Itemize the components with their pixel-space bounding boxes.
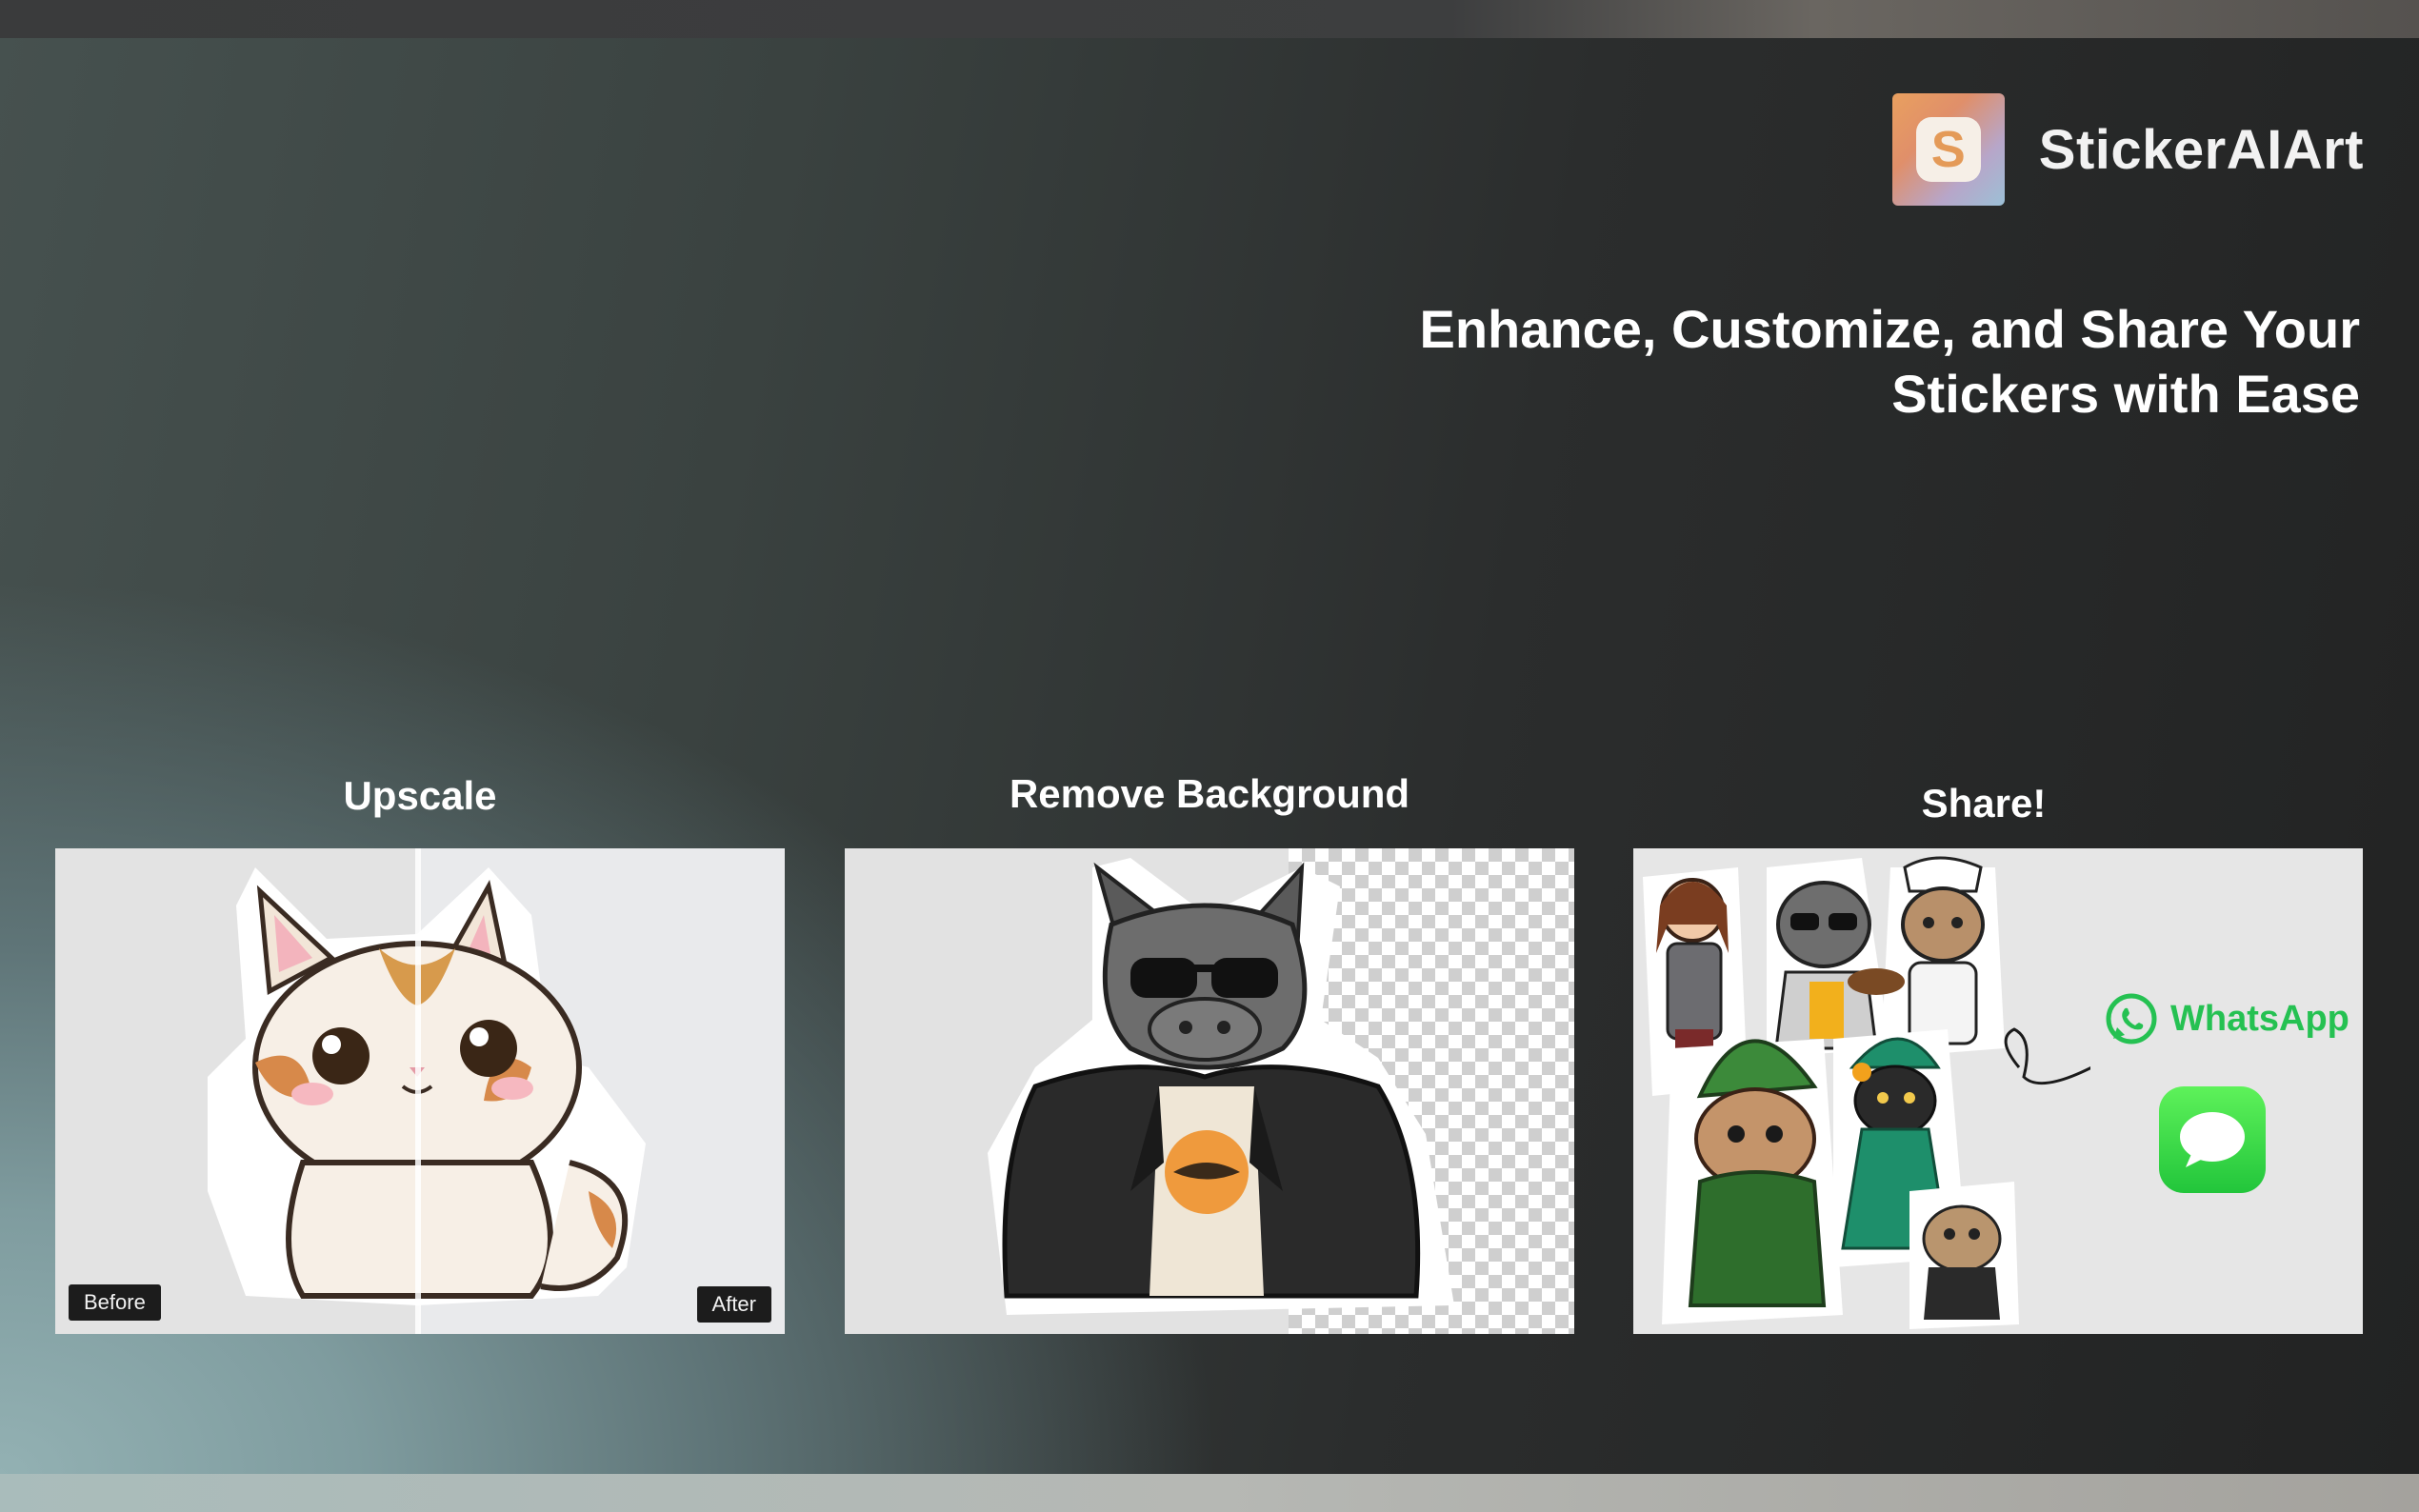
cat-sticker-before-after (55, 848, 785, 1334)
brand: S StickerAIArt (1891, 93, 2364, 206)
feature-title-upscale: Upscale (343, 773, 497, 818)
upscale-card: Before After (55, 848, 785, 1334)
brand-name: StickerAIArt (2038, 118, 2364, 181)
after-badge: After (696, 1286, 771, 1323)
feature-title-share: Share! (1921, 781, 2047, 826)
window-bottom-bar (0, 1474, 2419, 1512)
app-icon-letter: S (1915, 117, 1981, 182)
headline-line-2: Stickers with Ease (1891, 364, 2360, 424)
share-target-whatsapp: WhatsApp (2104, 991, 2349, 1046)
rhino-sticker-leather-jacket (988, 858, 1454, 1315)
remove-background-card (845, 848, 1574, 1334)
window-top-bar (0, 0, 2419, 38)
sticker-app-icon: S (1891, 93, 2005, 206)
before-badge: Before (69, 1284, 161, 1321)
share-card: WhatsApp (1633, 848, 2363, 1334)
feature-title-remove-background: Remove Background (1009, 771, 1410, 816)
headline: Enhance, Customize, and Share Your Stick… (1217, 297, 2361, 427)
whatsapp-icon (2106, 993, 2157, 1044)
whatsapp-label: WhatsApp (2170, 998, 2349, 1039)
sticker-collection (1643, 856, 2090, 1329)
headline-line-1: Enhance, Customize, and Share Your (1419, 299, 2361, 359)
messages-icon (2159, 1086, 2266, 1193)
